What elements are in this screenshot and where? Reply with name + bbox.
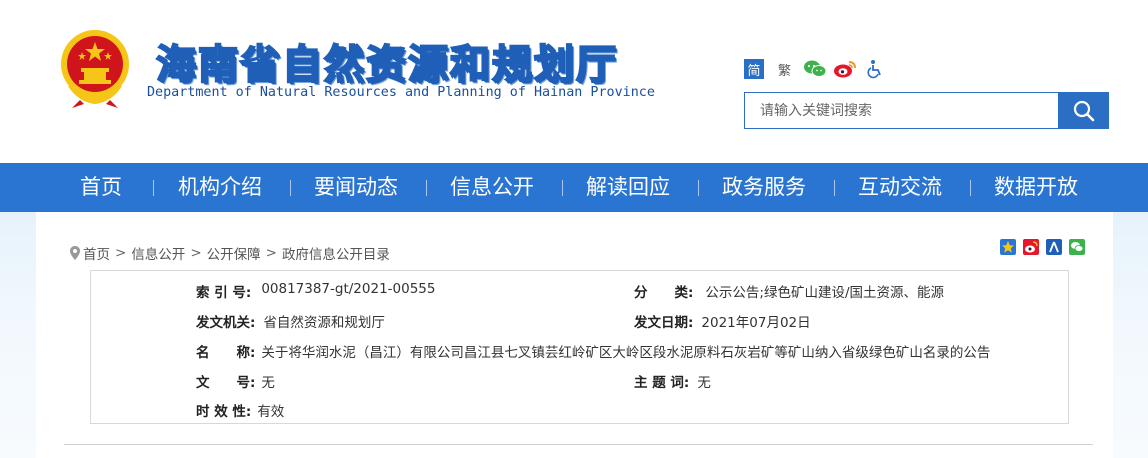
weibo-icon[interactable] [833,58,857,80]
nav-item-about[interactable]: 机构介绍 [178,163,262,212]
meta-name-value: 关于将华润水泥（昌江）有限公司昌江县七叉镇芸红岭矿区大岭区段水泥原料石灰岩矿等矿… [261,345,991,361]
nav-divider [426,180,427,196]
wechat-share-icon[interactable] [1069,239,1085,255]
nav-divider [970,180,971,196]
meta-name: 名 称: 关于将华润水泥（昌江）有限公司昌江县七叉镇芸红岭矿区大岭区段水泥原料石… [196,341,990,361]
breadcrumb-disclosure[interactable]: 信息公开 [131,243,185,263]
nav-item-services[interactable]: 政务服务 [722,163,806,212]
breadcrumb-separator: > [190,245,202,261]
nav-divider [834,180,835,196]
simplified-chinese-button[interactable]: 简 [744,59,764,79]
meta-doc-number: 文 号: 无 [196,371,275,391]
nav-item-disclosure[interactable]: 信息公开 [450,163,534,212]
meta-name-label: 名 称: [196,345,256,361]
share-bar [1000,239,1092,255]
meta-index: 索 引 号: 00817387-gt/2021-00555 [196,281,435,301]
breadcrumb: 首页 > 信息公开 > 公开保障 > 政府信息公开目录 [70,243,390,263]
breadcrumb-separator: > [115,245,127,261]
meta-issuer-label: 发文机关: [196,315,256,331]
content-divider [64,444,1093,445]
main-nav: 首页 机构介绍 要闻动态 信息公开 解读回应 政务服务 互动交流 数据开放 [0,163,1148,212]
renren-icon[interactable] [1046,239,1062,255]
site-title-chinese: 海南省自然资源和规划厅 [155,41,618,89]
nav-divider [698,180,699,196]
search-button[interactable] [1059,92,1109,129]
nav-item-interpretation[interactable]: 解读回应 [586,163,670,212]
meta-doc-number-value: 无 [261,375,275,391]
meta-date-label: 发文日期: [634,315,694,331]
breadcrumb-catalog[interactable]: 政府信息公开目录 [282,243,390,263]
qzone-icon[interactable] [1000,239,1016,255]
meta-category-label: 分 类: [634,285,694,301]
nav-divider [290,180,291,196]
nav-item-open-data[interactable]: 数据开放 [994,163,1078,212]
search-box [744,92,1059,129]
search-input[interactable] [745,93,1058,128]
accessibility-icon[interactable] [863,58,887,80]
header-tools: 简 繁 [744,58,893,80]
nav-item-interaction[interactable]: 互动交流 [858,163,942,212]
meta-validity: 时 效 性: 有效 [196,400,284,420]
meta-validity-label: 时 效 性: [196,404,252,420]
nav-item-news[interactable]: 要闻动态 [314,163,398,212]
meta-index-label: 索 引 号: [196,285,252,301]
meta-validity-value: 有效 [257,404,285,420]
search-icon [1073,100,1095,121]
meta-issuer: 发文机关: 省自然资源和规划厅 [196,311,385,331]
site-header: 海南省自然资源和规划厅 Department of Natural Resour… [0,0,1148,163]
weibo-share-icon[interactable] [1023,239,1039,255]
national-emblem-icon [61,30,129,108]
nav-divider [153,180,154,196]
meta-keywords: 主 题 词: 无 [634,371,711,391]
meta-date-value: 2021年07月02日 [701,315,811,331]
meta-index-value: 00817387-gt/2021-00555 [261,281,436,297]
location-pin-icon [70,246,80,260]
nav-divider [562,180,563,196]
meta-keywords-label: 主 题 词: [634,375,690,391]
traditional-chinese-button[interactable]: 繁 [778,60,791,79]
breadcrumb-home[interactable]: 首页 [83,243,110,263]
site-title-english: Department of Natural Resources and Plan… [147,85,655,100]
meta-date: 发文日期: 2021年07月02日 [634,311,811,331]
meta-doc-number-label: 文 号: [196,375,256,391]
meta-category: 分 类: 公示公告;绿色矿山建设/国土资源、能源 [634,281,944,301]
meta-category-value: 公示公告;绿色矿山建设/国土资源、能源 [705,285,945,301]
nav-item-home[interactable]: 首页 [80,163,122,212]
meta-issuer-value: 省自然资源和规划厅 [263,315,385,331]
breadcrumb-guarantee[interactable]: 公开保障 [207,243,261,263]
wechat-icon[interactable] [803,58,827,80]
meta-keywords-value: 无 [697,375,711,391]
breadcrumb-separator: > [265,245,277,261]
